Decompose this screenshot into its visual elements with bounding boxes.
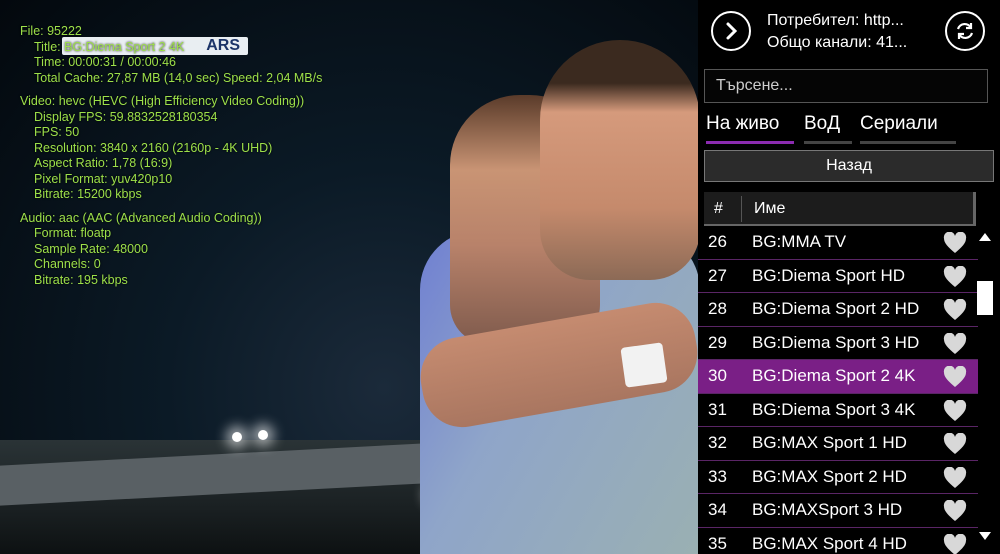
channel-name: BG:Diema Sport 2 HD [752, 299, 920, 318]
channel-row[interactable]: 35 BG:MAX Sport 4 HD [698, 528, 978, 554]
info-video-codec: Video: hevc (HEVC (High Efficiency Video… [20, 94, 305, 108]
info-title: Title: BG:Diema Sport 2 4K [34, 39, 185, 54]
panel-header: Потребител: http... Общо канали: 41... [698, 0, 1000, 62]
video-player[interactable]: ARS File: 95222 Title: BG:Diema Sport 2 … [0, 0, 698, 554]
wrist-tape [620, 342, 668, 388]
channel-name: BG:MMA TV [752, 232, 847, 251]
channel-panel: Потребител: http... Общо канали: 41... Т… [698, 0, 1000, 554]
channel-row[interactable]: 26 BG:MMA TV [698, 226, 978, 260]
column-divider [973, 192, 976, 224]
scroll-down-arrow[interactable] [979, 532, 991, 540]
channel-row-selected[interactable]: 30 BG:Diema Sport 2 4K [698, 360, 978, 394]
channel-row[interactable]: 29 BG:Diema Sport 3 HD [698, 327, 978, 360]
info-cache: Total Cache: 27,87 MB (14,0 sec) Speed: … [34, 70, 323, 85]
info-file: File: 95222 [20, 24, 82, 38]
info-display-fps: Display FPS: 59.8832528180354 [34, 109, 218, 124]
favorite-heart-icon[interactable] [943, 332, 967, 360]
channel-row[interactable]: 27 BG:Diema Sport HD [698, 260, 978, 293]
channel-name: BG:MAX Sport 1 HD [752, 433, 907, 452]
channel-row[interactable]: 31 BG:Diema Sport 3 4K [698, 394, 978, 427]
info-audio-codec: Audio: aac (AAC (Advanced Audio Coding)) [20, 210, 262, 225]
stream-info-overlay: File: 95222 Title: BG:Diema Sport 2 4K T… [20, 24, 322, 288]
channel-list: 26 BG:MMA TV 27 BG:Diema Sport HD 28 BG:Diema… [698, 226, 978, 554]
channel-name: BG:Diema Sport 3 4K [752, 399, 916, 419]
channel-row[interactable]: 32 BG:MAX Sport 1 HD [698, 427, 978, 461]
floodlight [258, 430, 268, 440]
channel-row[interactable]: 33 BG:MAX Sport 2 HD [698, 461, 978, 494]
favorite-heart-icon[interactable] [943, 466, 967, 494]
channel-number: 31 [708, 399, 727, 419]
tab-vod[interactable]: ВоД [804, 111, 852, 144]
channel-name: BG:Diema Sport 2 4K [752, 366, 916, 385]
back-button[interactable]: Назад [704, 150, 994, 182]
column-divider [741, 196, 742, 222]
info-video-bitrate: Bitrate: 15200 kbps [34, 187, 142, 201]
channel-number: 30 [708, 366, 727, 385]
column-name[interactable]: Име [754, 200, 785, 218]
channel-number: 33 [708, 466, 727, 486]
info-pixel-format: Pixel Format: yuv420p10 [34, 171, 173, 186]
chevron-right-icon [726, 22, 738, 40]
favorite-heart-icon[interactable] [943, 265, 967, 293]
info-time: Time: 00:00:31 / 00:00:46 [34, 55, 176, 69]
channel-name: BG:MAXSport 3 HD [752, 500, 903, 519]
channel-number: 35 [708, 533, 727, 553]
favorite-heart-icon[interactable] [943, 231, 967, 259]
channel-row[interactable]: 34 BG:MAXSport 3 HD [698, 494, 978, 528]
channel-name: BG:Diema Sport HD [752, 265, 906, 285]
channel-table-header: # Име [704, 192, 976, 226]
favorite-heart-icon[interactable] [943, 432, 967, 460]
column-number[interactable]: # [714, 200, 723, 218]
refresh-button[interactable] [945, 11, 985, 51]
info-channels: Channels: 0 [34, 257, 101, 271]
favorite-heart-icon[interactable] [943, 365, 967, 393]
category-tabs: На живо ВоД Сериали [704, 111, 994, 144]
info-sample-rate: Sample Rate: 48000 [34, 241, 148, 256]
channel-number: 28 [708, 299, 727, 318]
info-audio-bitrate: Bitrate: 195 kbps [34, 272, 128, 287]
channel-number: 27 [708, 265, 727, 285]
channel-number: 32 [708, 433, 727, 452]
player-front [540, 40, 698, 280]
tab-series[interactable]: Сериали [860, 111, 956, 144]
account-info: Потребител: http... Общо канали: 41... [767, 10, 937, 54]
channel-name: BG:Diema Sport 3 HD [752, 332, 920, 352]
channels-count-line: Общо канали: 41... [767, 34, 908, 51]
floodlight [232, 432, 242, 442]
info-audio-format: Format: floatp [34, 226, 112, 240]
favorite-heart-icon[interactable] [943, 399, 967, 427]
channel-name: BG:MAX Sport 4 HD [752, 533, 907, 553]
info-aspect: Aspect Ratio: 1,78 (16:9) [34, 156, 173, 170]
favorite-heart-icon[interactable] [943, 499, 967, 527]
favorite-heart-icon[interactable] [943, 298, 967, 326]
favorite-heart-icon[interactable] [943, 533, 967, 554]
search-input[interactable]: Търсене... [704, 69, 988, 103]
channel-number: 34 [708, 500, 727, 519]
channel-number: 29 [708, 332, 727, 352]
refresh-icon [956, 22, 974, 40]
user-line: Потребител: http... [767, 12, 904, 29]
channel-name: BG:MAX Sport 2 HD [752, 466, 907, 486]
tab-live[interactable]: На живо [706, 111, 794, 144]
channel-number: 26 [708, 232, 727, 251]
scrollbar-thumb[interactable] [977, 281, 993, 315]
forward-button[interactable] [711, 11, 751, 51]
info-resolution: Resolution: 3840 x 2160 (2160p - 4K UHD) [34, 140, 273, 155]
info-fps: FPS: 50 [34, 125, 80, 139]
scroll-up-arrow[interactable] [979, 233, 991, 241]
channel-row[interactable]: 28 BG:Diema Sport 2 HD [698, 293, 978, 327]
